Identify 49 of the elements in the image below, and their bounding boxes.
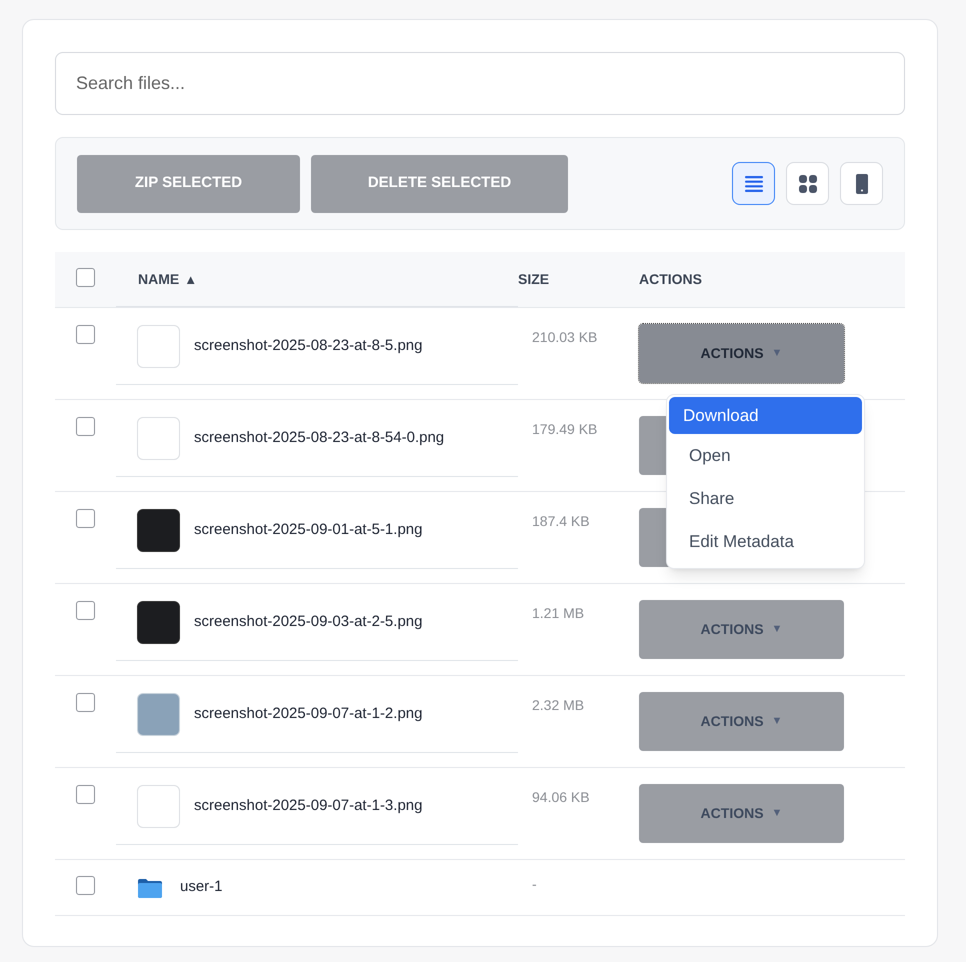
file-name[interactable]: screenshot-2025-09-07-at-1-3.png: [194, 794, 422, 818]
file-size: 210.03 KB: [532, 329, 598, 345]
folder-icon: [138, 878, 162, 898]
grid-icon: [798, 174, 816, 192]
phone-view-button[interactable]: [840, 162, 883, 205]
checkbox[interactable]: [76, 693, 95, 712]
file-name[interactable]: screenshot-2025-08-23-at-8-54-0.png: [194, 426, 444, 450]
file-name[interactable]: screenshot-2025-08-23-at-8-5.png: [194, 334, 422, 358]
checkbox[interactable]: [76, 601, 95, 620]
thumbnail-image: [137, 508, 180, 552]
file-size: 1.21 MB: [532, 605, 584, 621]
file-size: 187.4 KB: [532, 513, 590, 529]
actions-button[interactable]: ACTIONS ▼: [639, 324, 844, 383]
thumbnail-image: [137, 416, 180, 460]
column-header[interactable]: NAME: [138, 269, 180, 290]
thumbnail-image: [137, 692, 180, 736]
list-icon: [744, 174, 762, 192]
caret-icon: ▼: [772, 713, 782, 730]
checkbox[interactable]: [76, 785, 95, 804]
sort-indicator[interactable]: ▲: [184, 270, 198, 290]
file-name[interactable]: screenshot-2025-09-01-at-5-1.png: [194, 518, 422, 542]
caret-icon: ▼: [772, 345, 782, 362]
search-field[interactable]: Search files...: [55, 52, 905, 115]
checkbox[interactable]: [76, 417, 95, 436]
file-size: 94.06 KB: [532, 789, 590, 805]
file-size: -: [532, 876, 537, 892]
caret-icon: ▼: [772, 621, 782, 638]
menu-item[interactable]: Edit Metadata: [669, 523, 862, 560]
file-size: 179.49 KB: [532, 421, 598, 437]
column-header[interactable]: ACTIONS: [639, 269, 702, 290]
folder-name[interactable]: user-1: [180, 876, 223, 899]
menu-item[interactable]: Open: [669, 437, 862, 474]
checkbox[interactable]: [76, 268, 95, 286]
menu-item[interactable]: Share: [669, 480, 862, 517]
grid-view-button[interactable]: [786, 162, 829, 205]
checkbox[interactable]: [76, 325, 95, 344]
menu-item[interactable]: Download: [669, 397, 862, 434]
file-size: 2.32 MB: [532, 697, 584, 713]
thumbnail-image: [137, 324, 180, 368]
thumbnail-image: [137, 784, 180, 828]
checkbox[interactable]: [76, 509, 95, 528]
thumbnail-image: [137, 600, 180, 644]
caret-icon: ▼: [772, 805, 782, 822]
checkbox[interactable]: [76, 876, 95, 894]
file-name[interactable]: screenshot-2025-09-07-at-1-2.png: [194, 702, 422, 726]
file-name[interactable]: screenshot-2025-09-03-at-2-5.png: [194, 610, 422, 634]
phone-icon: [856, 174, 868, 194]
column-header[interactable]: SIZE: [518, 269, 550, 290]
list-view-button[interactable]: [732, 162, 775, 205]
